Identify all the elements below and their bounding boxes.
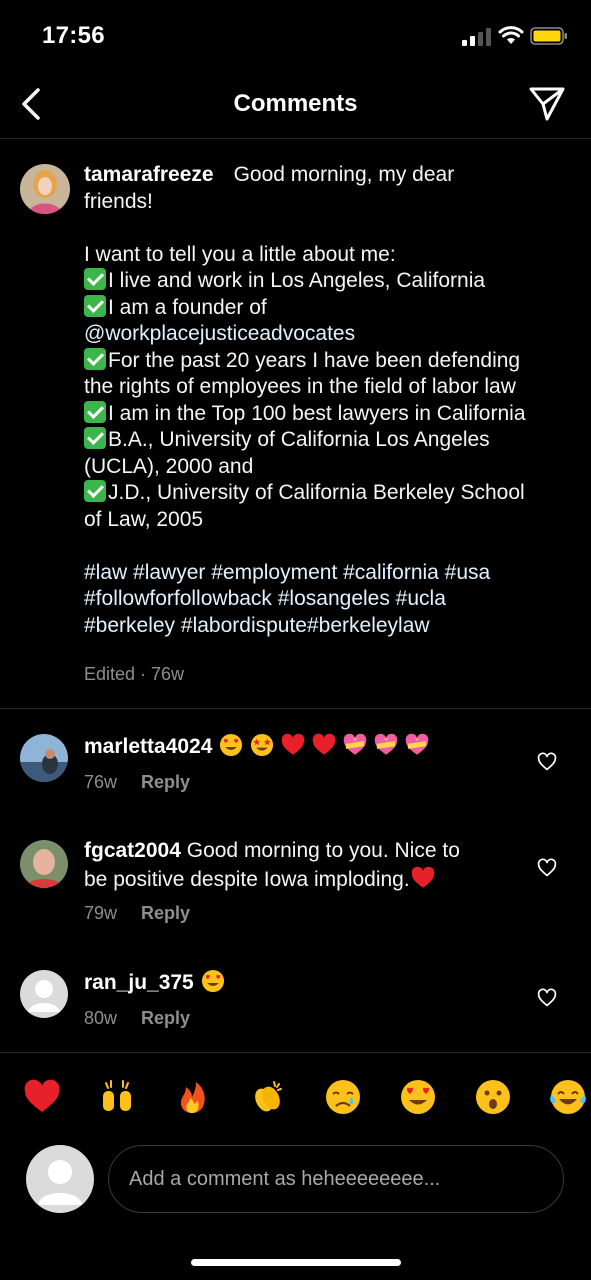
reply-button[interactable]: Reply — [141, 903, 190, 923]
comment-item: marletta4024 76w Reply — [0, 710, 591, 820]
check-mark-icon — [84, 480, 106, 502]
comment-username[interactable]: fgcat2004 — [84, 839, 181, 862]
heart-eyes-emoji-icon — [218, 732, 244, 758]
comment-text: ran_ju_375 — [84, 968, 524, 997]
tears-of-joy-reaction-icon[interactable] — [548, 1077, 588, 1117]
comment-time: 80w — [84, 1008, 118, 1028]
like-heart-icon[interactable] — [537, 988, 557, 1008]
reply-button[interactable]: Reply — [141, 1008, 190, 1028]
avatar[interactable] — [20, 970, 68, 1018]
comment-time: 76w — [84, 772, 118, 792]
red-heart-reaction-icon[interactable] — [22, 1077, 62, 1117]
caption-line: of Law, 2005 — [84, 507, 204, 531]
comment-time: 79w — [84, 903, 118, 923]
caption-line: I want to tell you a little about me: — [84, 242, 396, 266]
like-heart-icon[interactable] — [537, 752, 557, 772]
caption-text: tamarafreeze Good morning, my dear friend… — [84, 162, 574, 639]
comment-meta: 76w Reply — [84, 772, 190, 793]
comment-emojis — [218, 732, 435, 758]
caption-line: I am in the Top 100 best lawyers in Cali… — [108, 401, 526, 425]
check-mark-icon — [84, 400, 106, 423]
comment-text: marletta4024 — [84, 732, 524, 761]
caption-line: I am a founder of — [108, 295, 267, 319]
comment-meta: 79w Reply — [84, 903, 190, 924]
astonished-face-reaction-icon[interactable] — [473, 1077, 513, 1117]
status-time: 17:56 — [42, 22, 105, 49]
like-heart-icon[interactable] — [537, 858, 557, 878]
red-heart-emoji-icon — [311, 732, 337, 758]
caption-line: I live and work in Los Angeles, Californ… — [108, 269, 486, 292]
star-struck-emoji-icon — [249, 732, 275, 758]
hashtag-line[interactable]: #followforfollowback #losangeles #ucla — [84, 586, 574, 613]
caption-meta: Edited · 76w — [84, 664, 185, 684]
caption-line: B.A., University of California Los Angel… — [108, 428, 490, 451]
caption-line: J.D., University of California Berkeley … — [108, 481, 525, 504]
comment-item: ran_ju_375 80w Reply — [0, 948, 591, 1048]
avatar[interactable] — [20, 164, 70, 214]
avatar[interactable] — [20, 734, 68, 782]
comment-text-line: be positive despite Iowa imploding. — [84, 867, 410, 891]
avatar[interactable] — [20, 840, 68, 888]
comment-composer — [0, 1142, 591, 1222]
heart-eyes-reaction-icon[interactable] — [398, 1077, 438, 1117]
navigation-bar: Comments — [0, 72, 591, 139]
hashtag-line[interactable]: #law #lawyer #employment #california #us… — [84, 560, 574, 587]
crying-face-reaction-icon[interactable] — [323, 1077, 363, 1117]
heart-with-ribbon-emoji-icon — [342, 732, 368, 758]
clapping-hands-reaction-icon[interactable] — [247, 1077, 287, 1117]
caption-line: For the past 20 years I have been defend… — [108, 348, 521, 372]
wifi-icon — [498, 26, 524, 44]
status-bar: 17:56 — [0, 0, 591, 70]
check-mark-icon — [84, 427, 106, 449]
comment-emojis — [410, 865, 441, 891]
caption-line: the rights of employees in the field of … — [84, 375, 516, 398]
check-mark-icon — [84, 347, 106, 370]
home-indicator — [191, 1259, 401, 1266]
caption-line: friends! — [84, 189, 153, 213]
check-mark-icon — [84, 294, 106, 317]
comment-username[interactable]: ran_ju_375 — [84, 971, 194, 994]
caption-line: (UCLA), 2000 and — [84, 454, 254, 478]
caption-greeting: Good morning, my dear — [233, 163, 455, 186]
comment-meta: 80w Reply — [84, 1008, 190, 1029]
comment-input[interactable] — [108, 1145, 564, 1213]
comment-username[interactable]: marletta4024 — [84, 735, 212, 758]
heart-eyes-emoji-icon — [200, 968, 226, 994]
comment-text: fgcat2004 Good morning to you. Nice to b… — [84, 838, 524, 893]
mention-link[interactable]: @workplacejusticeadvocates — [84, 321, 574, 348]
caption-username[interactable]: tamarafreeze — [84, 163, 214, 186]
page-title: Comments — [233, 90, 358, 117]
quick-reaction-bar — [0, 1052, 591, 1143]
comment-emojis — [200, 968, 231, 994]
battery-icon — [530, 27, 567, 45]
red-heart-emoji-icon — [410, 865, 436, 891]
comment-item: fgcat2004 Good morning to you. Nice to b… — [0, 820, 591, 948]
cellular-signal-icon — [462, 28, 491, 46]
post-caption: tamarafreeze Good morning, my dear friend… — [0, 140, 591, 709]
avatar — [26, 1145, 94, 1213]
reply-button[interactable]: Reply — [141, 772, 190, 792]
red-heart-emoji-icon — [280, 732, 306, 758]
heart-with-ribbon-emoji-icon — [373, 732, 399, 758]
check-mark-icon — [84, 268, 106, 290]
raising-hands-reaction-icon[interactable] — [97, 1077, 137, 1117]
hashtag-line[interactable]: #berkeley #labordispute#berkeleylaw — [84, 613, 574, 640]
comment-text-line: Good morning to you. Nice to — [186, 839, 460, 862]
direct-message-icon[interactable] — [528, 86, 566, 122]
fire-reaction-icon[interactable] — [172, 1077, 212, 1117]
heart-with-ribbon-emoji-icon — [404, 732, 430, 758]
